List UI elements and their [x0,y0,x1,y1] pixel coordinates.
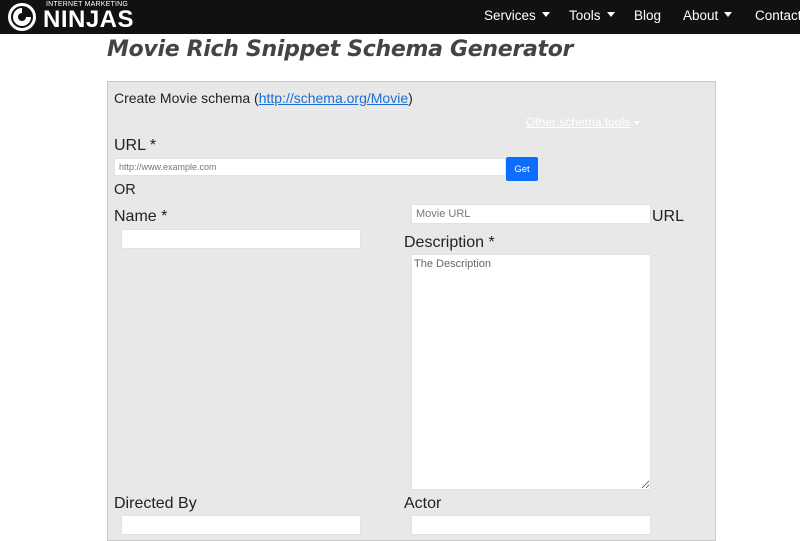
schema-org-link[interactable]: http://schema.org/Movie [259,90,408,106]
nav-tools[interactable]: Tools [569,8,615,23]
nav-blog[interactable]: Blog [634,8,661,23]
name-label: Name * [114,208,168,225]
nav-contact-label: Contact [755,8,800,23]
nav-blog-label: Blog [634,8,662,23]
caret-down-icon [724,11,733,17]
nav-services-label: Services [484,8,536,23]
url-input[interactable] [114,158,506,176]
movie-url-suffix-label: URL [652,208,685,225]
nav-about-label: About [683,8,719,23]
ninja-swirl-icon [8,3,36,31]
actor-label: Actor [404,495,442,512]
page-title: Movie Rich Snippet Schema Generator [107,37,574,62]
nav-tools-label: Tools [569,8,601,23]
intro-text: Create Movie schema ( [114,90,259,106]
nav-contact[interactable]: Contact [755,8,800,23]
get-button[interactable]: Get [506,157,538,181]
top-navbar: INTERNET MARKETING NINJAS Services Tools… [0,0,800,34]
nav-services[interactable]: Services [484,8,550,23]
other-schema-tools-dropdown[interactable]: Other schema tools [526,115,641,129]
other-tools-label: Other schema tools [526,115,631,129]
caret-down-icon [606,11,615,17]
name-input[interactable] [121,229,361,249]
description-label: Description * [404,234,495,251]
nav-about[interactable]: About [683,8,733,23]
url-label: URL * [114,137,157,154]
movie-url-input[interactable] [411,204,651,224]
directed-by-input[interactable] [121,515,361,535]
actor-input[interactable] [411,515,651,535]
description-textarea[interactable] [411,254,651,490]
caret-down-icon [634,120,641,125]
directed-by-label: Directed By [114,495,197,512]
site-logo[interactable]: INTERNET MARKETING NINJAS [6,0,136,34]
caret-down-icon [541,11,550,17]
form-intro: Create Movie schema (http://schema.org/M… [114,90,413,106]
logo-brand: NINJAS [43,6,135,33]
or-label: OR [114,182,136,198]
intro-close: ) [408,90,413,106]
